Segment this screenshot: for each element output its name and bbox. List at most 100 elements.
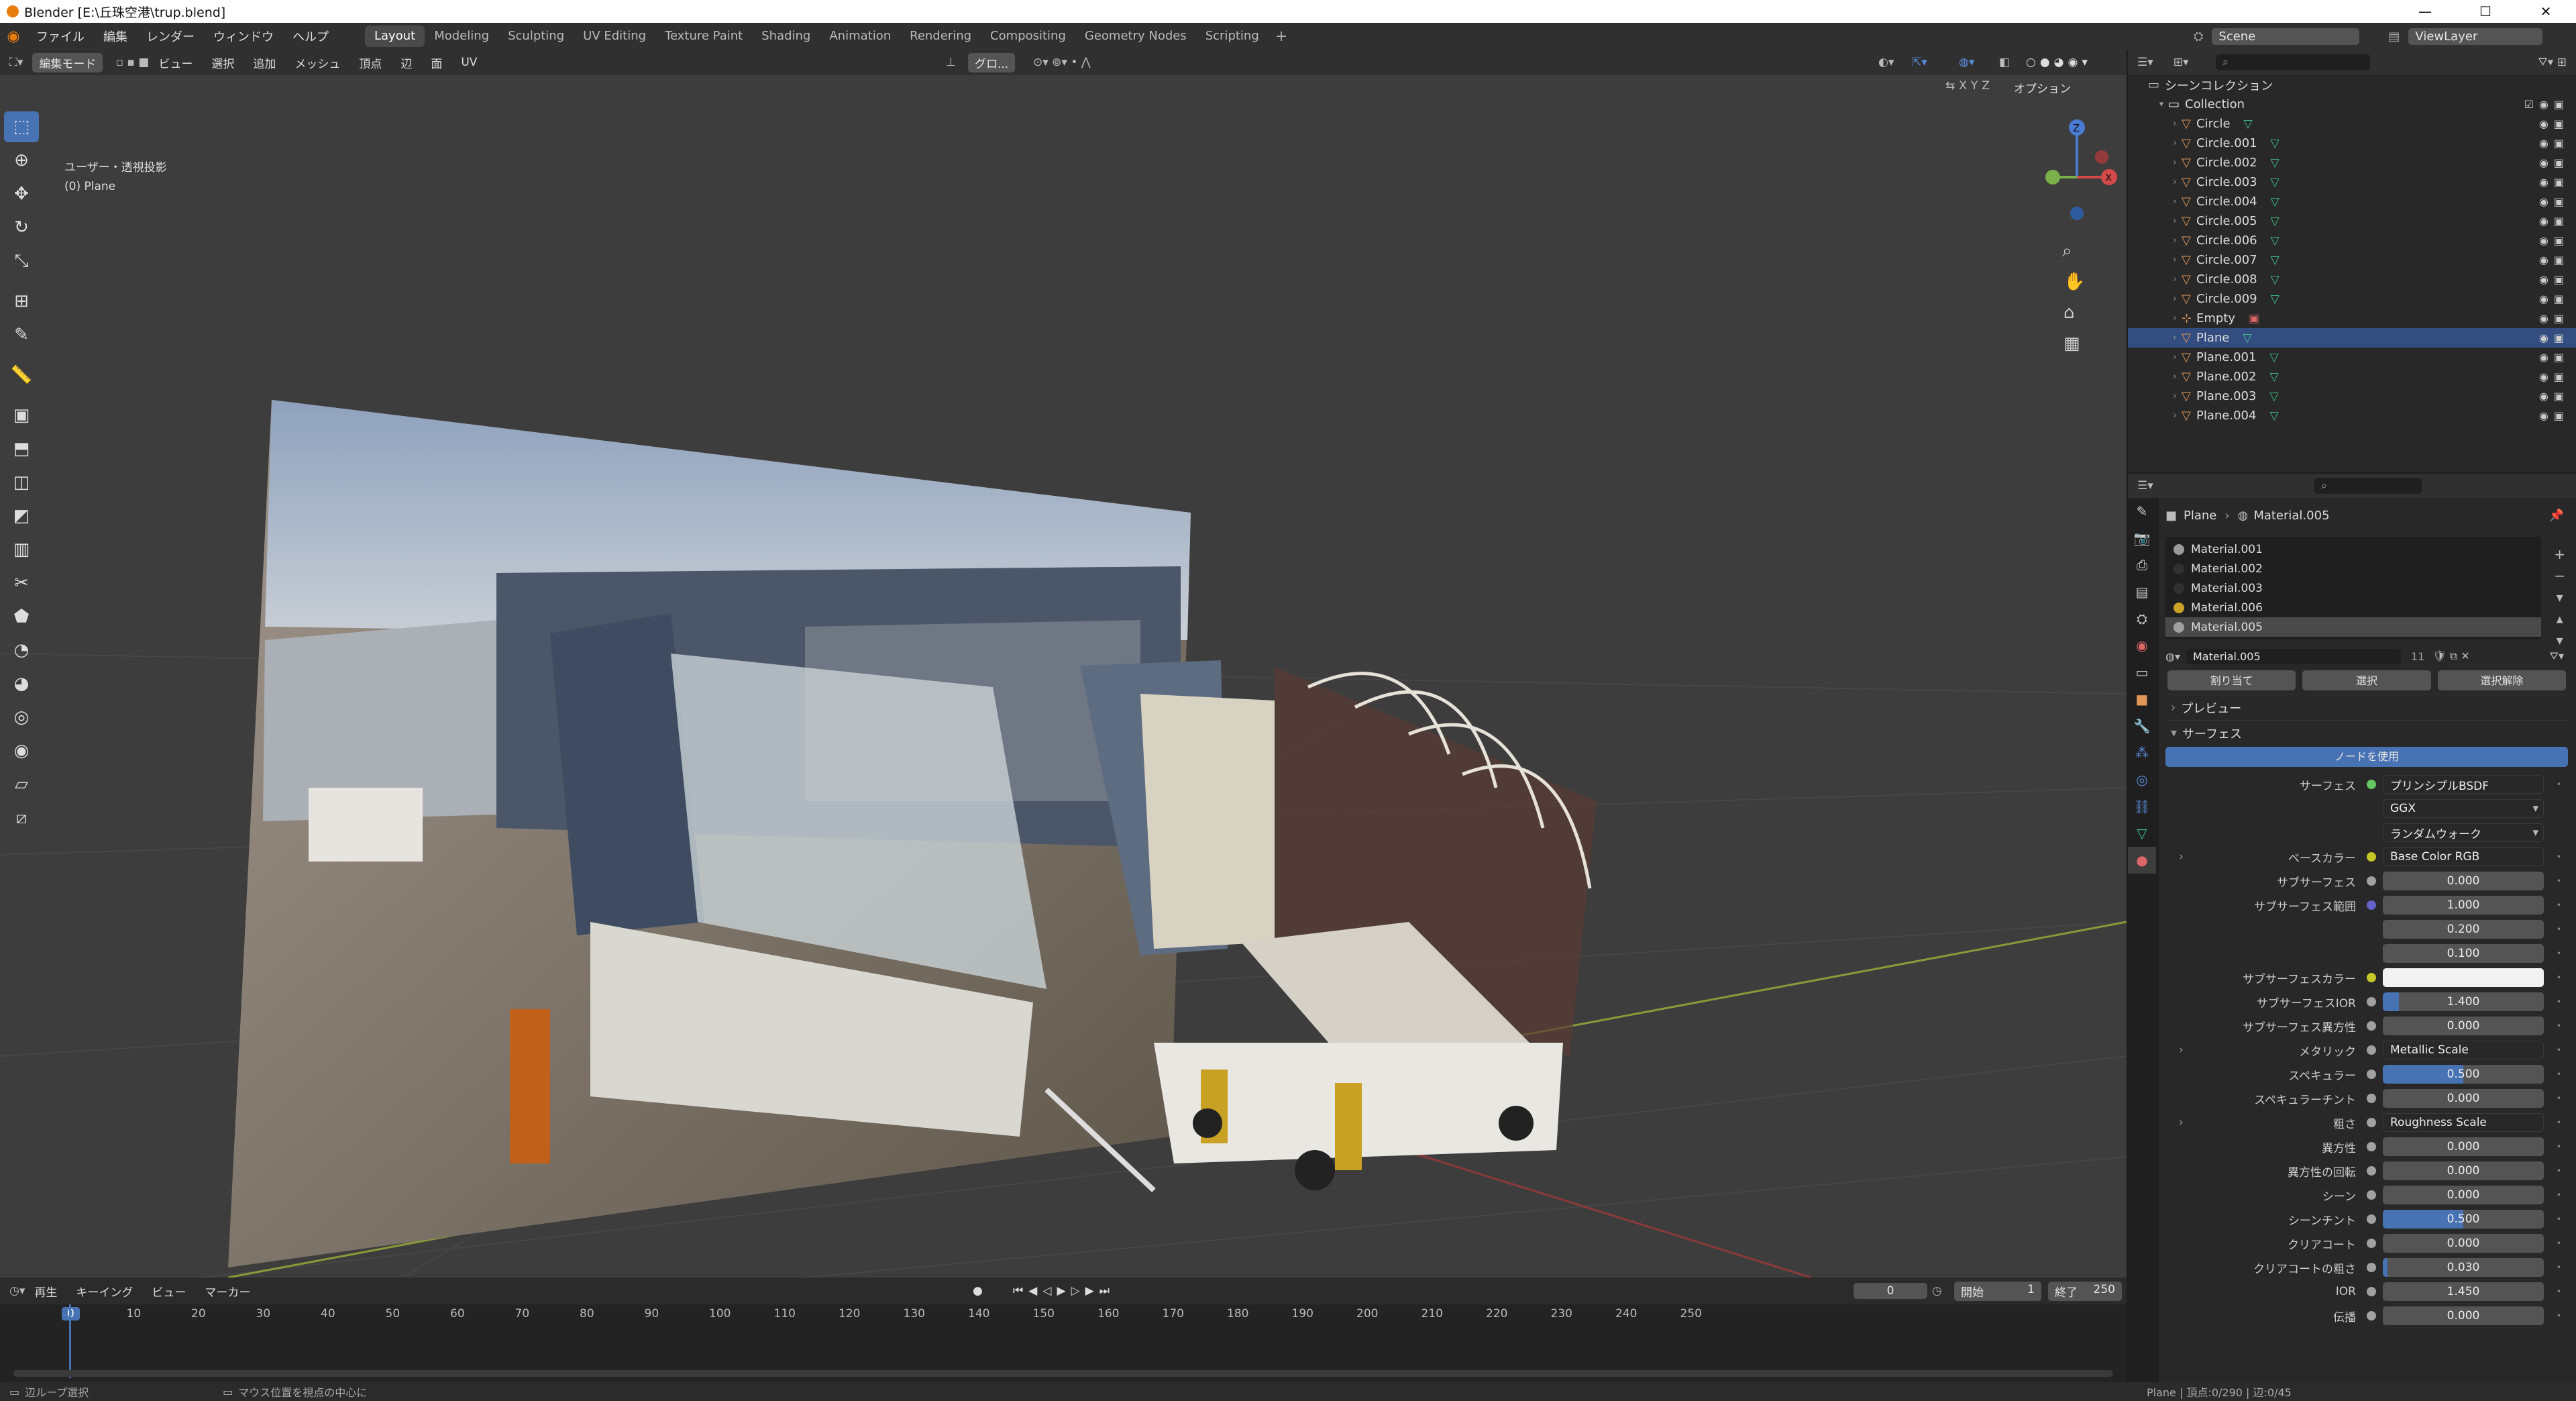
workspace-tab-animation[interactable]: Animation <box>820 25 900 47</box>
keyframe-dot-icon[interactable]: • <box>2557 876 2561 886</box>
property-field[interactable]: 1.000 <box>2383 896 2544 915</box>
pin-icon[interactable]: 📌 <box>2549 509 2564 523</box>
menu-edit[interactable]: 編集 <box>94 28 137 45</box>
expand-icon[interactable]: › <box>2168 333 2182 343</box>
property-field[interactable]: 0.500 <box>2383 1210 2544 1229</box>
workspace-tab-texture-paint[interactable]: Texture Paint <box>655 25 752 47</box>
workspace-tab-shading[interactable]: Shading <box>752 25 820 47</box>
expand-icon[interactable]: › <box>2168 411 2182 421</box>
playback-controls[interactable]: ⏮◀◁▶▷▶⏭ <box>1013 1284 1115 1298</box>
menu-file[interactable]: ファイル <box>27 28 94 45</box>
property-field[interactable]: プリンシプルBSDF <box>2383 775 2544 794</box>
smooth-tool-icon[interactable]: ◕ <box>4 668 39 699</box>
expand-icon[interactable]: › <box>2168 294 2182 304</box>
mesh-data-icon[interactable]: ▽ <box>2269 409 2278 423</box>
keyframe-dot-icon[interactable]: • <box>2557 949 2561 958</box>
bevel-tool-icon[interactable]: ◩ <box>4 501 39 531</box>
outliner-item[interactable]: › ▽ Circle.005 ▽ ◉▣ <box>2128 211 2576 231</box>
shrink-tool-icon[interactable]: ◎ <box>4 702 39 733</box>
visibility-icons[interactable]: ◉▣ <box>2539 215 2569 227</box>
property-field[interactable]: Base Color RGB <box>2383 847 2544 866</box>
fake-user-icon[interactable]: 🛡 ⧉ ✕ <box>2432 650 2469 663</box>
keyframe-dot-icon[interactable]: • <box>2557 1311 2561 1320</box>
move-up-icon[interactable]: ▴ <box>2554 608 2565 629</box>
property-field[interactable]: 0.000 <box>2383 1161 2544 1180</box>
outliner-item[interactable]: › ▽ Plane.004 ▽ ◉▣ <box>2128 406 2576 425</box>
timeline-ruler[interactable]: 0102030405060708090100110120130140150160… <box>0 1304 2127 1325</box>
end-frame-field[interactable]: 終了 250 <box>2048 1281 2122 1301</box>
expand-icon[interactable]: › <box>2168 313 2182 323</box>
keyframe-dot-icon[interactable]: • <box>2557 1094 2561 1103</box>
keyframe-dot-icon[interactable]: • <box>2557 1142 2561 1151</box>
keyframe-dot-icon[interactable]: • <box>2557 1045 2561 1055</box>
extrude-tool-icon[interactable]: ⬒ <box>4 433 39 464</box>
keyframe-dot-icon[interactable]: • <box>2557 1239 2561 1248</box>
property-field[interactable]: Metallic Scale <box>2383 1041 2544 1059</box>
expand-icon[interactable]: › <box>2168 236 2182 246</box>
property-field[interactable]: 1.450 <box>2383 1282 2544 1301</box>
3d-viewport[interactable]: ⛶▾ 編集モード ▫ ▪ ■ ビュー 選択 追加 メッシュ 頂点 辺 面 UV … <box>0 50 2127 1278</box>
keyframe-dot-icon[interactable]: • <box>2557 1166 2561 1176</box>
visibility-icons[interactable]: ◉▣ <box>2539 370 2569 383</box>
preview-panel-header[interactable]: › プレビュー <box>2165 694 2568 720</box>
collection-tab-icon[interactable]: ▭ <box>2128 659 2156 686</box>
cursor-tool-icon[interactable]: ⊕ <box>4 145 39 176</box>
property-field[interactable]: 0.000 <box>2383 1017 2544 1035</box>
timeline-menu-view[interactable]: ビュー <box>142 1283 195 1300</box>
expand-icon[interactable]: › <box>2168 138 2182 148</box>
scene-collection-row[interactable]: ▭ シーンコレクション <box>2128 75 2576 95</box>
keyframe-dot-icon[interactable]: • <box>2557 1263 2561 1272</box>
property-field[interactable]: 0.000 <box>2383 1186 2544 1204</box>
property-field[interactable]: 0.000 <box>2383 1137 2544 1156</box>
filter-icon[interactable]: ⛛▾ ⊞ <box>2538 56 2567 69</box>
visibility-icons[interactable]: ◉▣ <box>2539 195 2569 208</box>
expand-icon[interactable]: › <box>2168 352 2182 362</box>
material-slot[interactable]: Material.003 <box>2165 578 2541 598</box>
outliner-item[interactable]: › ⊹ Empty ▣ ◉▣ <box>2128 309 2576 328</box>
record-button[interactable]: ● <box>973 1284 983 1298</box>
keyframe-dot-icon[interactable]: • <box>2557 852 2561 862</box>
add-cube-tool-icon[interactable]: ▣ <box>4 400 39 431</box>
world-tab-icon[interactable]: ◉ <box>2128 632 2156 659</box>
keyframe-dot-icon[interactable]: • <box>2557 900 2561 910</box>
mesh-data-icon[interactable]: ▽ <box>2271 195 2279 209</box>
mesh-data-icon[interactable]: ▽ <box>2271 234 2279 248</box>
outliner-item[interactable]: › ▽ Circle.001 ▽ ◉▣ <box>2128 134 2576 153</box>
visibility-icons[interactable]: ◉▣ <box>2539 156 2569 169</box>
material-slot[interactable]: Material.001 <box>2165 539 2541 559</box>
menu-window[interactable]: ウィンドウ <box>204 28 283 45</box>
property-field[interactable]: Roughness Scale <box>2383 1113 2544 1132</box>
outliner-item[interactable]: › ▽ Circle.002 ▽ ◉▣ <box>2128 153 2576 172</box>
keyframe-dot-icon[interactable]: • <box>2557 1070 2561 1079</box>
visibility-icons[interactable]: ◉▣ <box>2539 351 2569 364</box>
property-field[interactable]: 0.000 <box>2383 1089 2544 1108</box>
minimize-button[interactable]: — <box>2395 0 2455 23</box>
property-field[interactable]: 1.400 <box>2383 992 2544 1011</box>
outliner-item[interactable]: › ▽ Plane ▽ ◉▣ <box>2128 328 2576 348</box>
mesh-data-icon[interactable]: ▽ <box>2269 370 2278 384</box>
outliner-item[interactable]: › ▽ Circle.009 ▽ ◉▣ <box>2128 289 2576 309</box>
material-tab-icon[interactable]: ● <box>2128 847 2156 874</box>
workspace-tab-modeling[interactable]: Modeling <box>425 25 498 47</box>
keyframe-dot-icon[interactable]: • <box>2557 1287 2561 1296</box>
outliner-item[interactable]: › ▽ Circle.006 ▽ ◉▣ <box>2128 231 2576 250</box>
inset-tool-icon[interactable]: ◫ <box>4 467 39 498</box>
physics-tab-icon[interactable]: ◎ <box>2128 766 2156 793</box>
select-button[interactable]: 選択 <box>2302 670 2431 690</box>
y-axis-icon[interactable] <box>2045 170 2060 185</box>
maximize-button[interactable]: ☐ <box>2455 0 2516 23</box>
keyframe-dot-icon[interactable]: • <box>2557 1118 2561 1127</box>
properties-search-input[interactable]: ⌕ <box>2314 478 2422 494</box>
close-button[interactable]: ✕ <box>2516 0 2576 23</box>
property-field[interactable]: 0.500 <box>2383 1065 2544 1084</box>
outliner-item[interactable]: › ▽ Plane.002 ▽ ◉▣ <box>2128 367 2576 386</box>
measure-tool-icon[interactable]: 📏 <box>4 360 39 391</box>
mesh-data-icon[interactable]: ▽ <box>2271 273 2279 287</box>
outliner-item[interactable]: › ▽ Plane.003 ▽ ◉▣ <box>2128 386 2576 406</box>
menu-help[interactable]: ヘルプ <box>283 28 338 45</box>
material-slot[interactable]: Material.005 <box>2165 617 2541 637</box>
workspace-tab-sculpting[interactable]: Sculpting <box>498 25 574 47</box>
workspace-tab-rendering[interactable]: Rendering <box>900 25 981 47</box>
mesh-data-icon[interactable]: ▽ <box>2269 351 2278 364</box>
move-down-icon[interactable]: ▾ <box>2554 629 2565 651</box>
